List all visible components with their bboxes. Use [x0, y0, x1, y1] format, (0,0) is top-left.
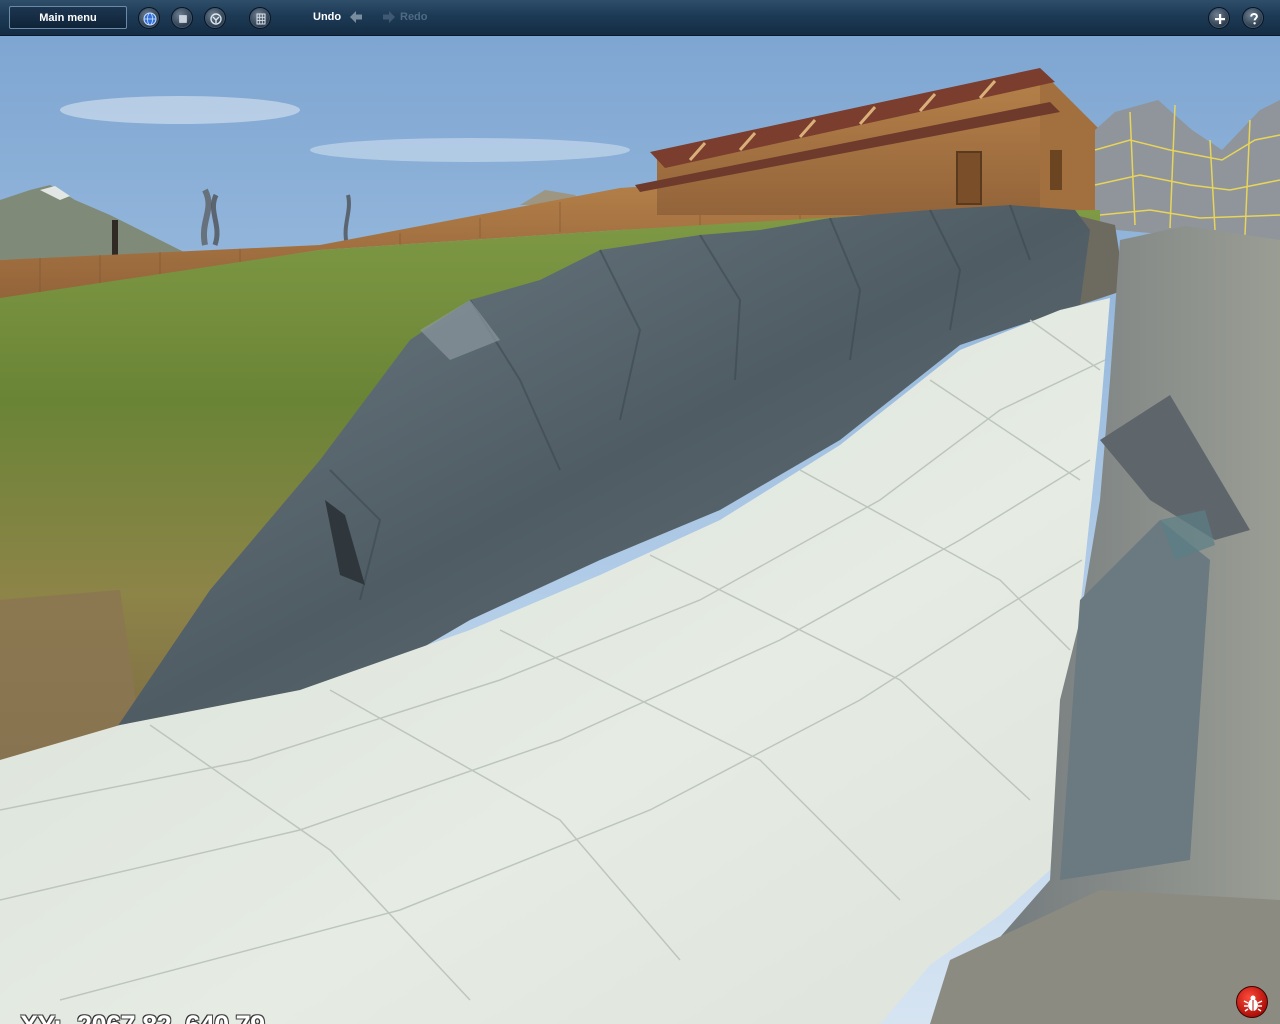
main-menu-button[interactable]: Main menu: [9, 6, 127, 29]
redo-button[interactable]: Redo: [400, 11, 428, 23]
arrow-right-icon[interactable]: [381, 9, 397, 25]
undo-button[interactable]: Undo: [313, 11, 341, 23]
terrain-scene: [0, 36, 1280, 1024]
globe-icon: [143, 12, 157, 26]
grid-icon: [256, 13, 266, 25]
bug-report-icon: [1243, 995, 1263, 1012]
bug-report-button[interactable]: [1236, 986, 1268, 1018]
plus-icon: [1215, 14, 1225, 24]
settings-dial-icon: [210, 13, 222, 25]
3d-viewport[interactable]: XY: -2067.82, 640.79: [0, 36, 1280, 1024]
arrow-left-icon[interactable]: [348, 9, 364, 25]
stop-icon: [179, 15, 187, 23]
question-icon: [1250, 12, 1258, 25]
add-button[interactable]: [1208, 7, 1230, 29]
grid-button[interactable]: [249, 7, 271, 29]
help-button[interactable]: [1242, 7, 1264, 29]
globe-mode-button[interactable]: [138, 7, 160, 29]
stop-button[interactable]: [171, 7, 193, 29]
tools-button[interactable]: [204, 7, 226, 29]
top-toolbar: Main menu Undo Redo: [0, 0, 1280, 36]
coordinates-readout: XY: -2067.82, 640.79: [20, 1010, 265, 1024]
